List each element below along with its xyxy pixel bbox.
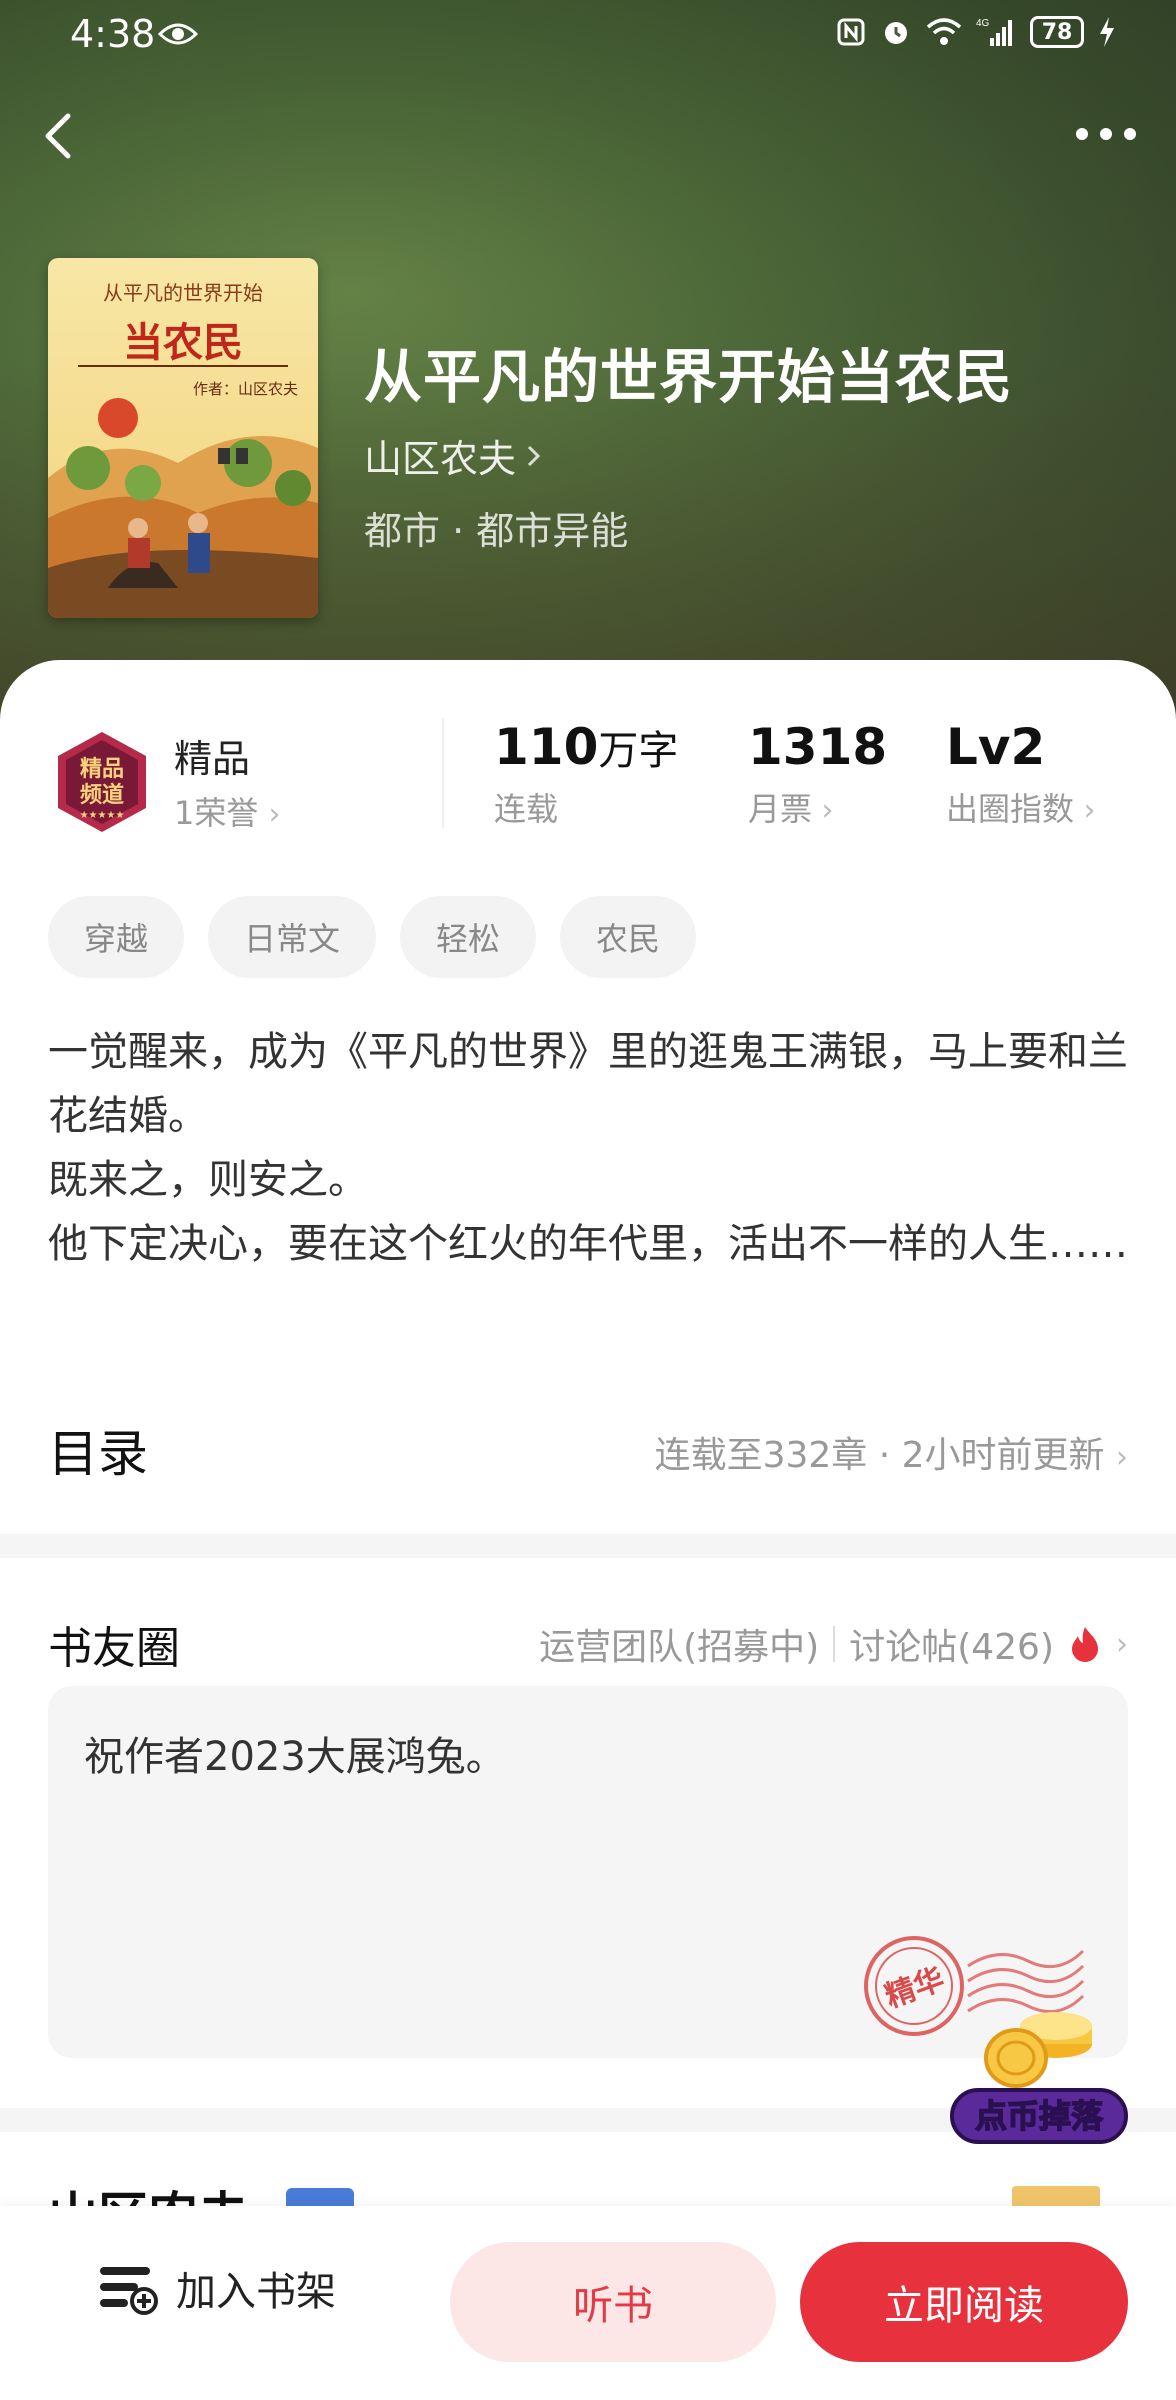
fire-icon <box>1072 1627 1098 1662</box>
status-bar: 4:38 4G 78 <box>0 0 1176 70</box>
back-arrow-icon[interactable] <box>30 106 90 166</box>
badge-title[interactable]: 精品 <box>174 728 250 783</box>
chevron-right-icon: › <box>812 793 834 828</box>
signal-icon: 4G <box>976 18 1012 46</box>
premium-badge-icon[interactable]: 精品 频道 ★★★★★ <box>50 730 154 834</box>
monthly-tickets-value: 1318 <box>748 718 888 776</box>
add-to-shelf-button[interactable]: 加入书架 <box>96 2246 336 2330</box>
book-club-header: 书友圈 运营团队(招募中) 讨论帖(426) › <box>48 1612 1128 1682</box>
add-to-shelf-label: 加入书架 <box>176 2269 336 2315</box>
coin-drop-widget[interactable]: 点币掉落 <box>946 1986 1132 2146</box>
word-count-unit: 万字 <box>598 728 679 774</box>
book-club-links: 运营团队(招募中) 讨论帖(426) › <box>539 1618 1128 1670</box>
charging-icon <box>1100 17 1114 47</box>
alarm-icon <box>885 22 907 44</box>
monthly-tickets-label: 月票 <box>748 790 813 828</box>
chevron-right-icon: › <box>268 797 281 832</box>
discussion-posts-link[interactable]: 讨论帖(426) <box>849 1618 1054 1670</box>
stat-popularity-index[interactable]: Lv2 出圈指数 › <box>946 718 1096 830</box>
book-club-title: 书友圈 <box>48 1623 180 1674</box>
tag-chip[interactable]: 轻松 <box>400 896 537 978</box>
toc-update-info: 连载至332章 · 2小时前更新 › <box>655 1426 1128 1478</box>
status-time: 4:38 <box>70 12 156 56</box>
book-cover[interactable]: 从平凡的世界开始 当农民 作者：山区农夫 <box>48 258 318 618</box>
operations-team-link[interactable]: 运营团队(招募中) <box>539 1618 819 1670</box>
battery-indicator: 78 <box>1030 16 1084 48</box>
cover-author-text: 作者：山区农夫 <box>193 380 298 398</box>
section-divider <box>0 1534 1176 1558</box>
tag-chip[interactable]: 农民 <box>560 896 697 978</box>
word-count-label: 连载 <box>494 790 559 828</box>
link-separator <box>833 1626 836 1662</box>
stat-monthly-tickets[interactable]: 1318 月票 › <box>748 718 887 830</box>
badge-icon-text-2: 频道 <box>80 782 124 808</box>
book-genre[interactable]: 都市 · 都市异能 <box>364 500 628 555</box>
table-of-contents-row[interactable]: 目录 连载至332章 · 2小时前更新 › <box>48 1410 1128 1490</box>
svg-text:★★★★★: ★★★★★ <box>80 810 125 821</box>
bottom-action-bar: 加入书架 听书 立即阅读 <box>0 2206 1176 2400</box>
author-name: 山区农夫 <box>364 437 517 481</box>
chevron-right-icon: › <box>1116 1440 1128 1475</box>
nfc-icon <box>837 18 865 46</box>
book-title: 从平凡的世界开始当农民 <box>364 343 1014 411</box>
stats-row: 精品 频道 ★★★★★ 精品 1荣誉 › 110万字 连载 1318 月票 › … <box>0 700 1176 850</box>
post-text: 祝作者2023大展鸿兔。 <box>84 1734 506 1780</box>
badge-honor-text: 1荣誉 <box>174 794 259 832</box>
wifi-icon <box>926 18 962 45</box>
top-nav <box>0 100 1176 180</box>
tag-chip[interactable]: 穿越 <box>48 896 185 978</box>
listen-button[interactable]: 听书 <box>450 2242 776 2362</box>
toc-info-text: 连载至332章 · 2小时前更新 <box>654 1435 1105 1476</box>
stats-divider <box>442 718 444 828</box>
badge-icon-text-1: 精品 <box>80 756 124 782</box>
more-options-icon[interactable] <box>1066 114 1146 154</box>
tag-list: 穿越 日常文 轻松 农民 <box>48 896 697 978</box>
book-description[interactable]: 一觉醒来，成为《平凡的世界》里的逛鬼王满银，马上要和兰花结婚。 既来之，则安之。… <box>48 1020 1138 1276</box>
stat-word-count: 110万字 连载 <box>494 718 678 830</box>
eye-icon <box>158 23 198 45</box>
coin-drop-label: 点币掉落 <box>975 2097 1104 2135</box>
chevron-right-icon[interactable]: › <box>1116 1627 1128 1662</box>
author-link[interactable]: 山区农夫 <box>364 428 544 483</box>
tag-chip[interactable]: 日常文 <box>208 896 377 978</box>
chevron-right-icon <box>527 445 541 466</box>
description-text: 一觉醒来，成为《平凡的世界》里的逛鬼王满银，马上要和兰花结婚。 既来之，则安之。… <box>48 1029 1128 1267</box>
cover-big-text: 当农民 <box>123 319 243 366</box>
popularity-index-label: 出圈指数 <box>946 790 1075 828</box>
read-now-button[interactable]: 立即阅读 <box>800 2242 1128 2362</box>
svg-text:4G: 4G <box>976 18 990 29</box>
cover-top-text: 从平凡的世界开始 <box>103 281 263 305</box>
chevron-right-icon: › <box>1074 793 1096 828</box>
add-to-shelf-icon <box>100 2267 158 2315</box>
coin-stack-icon: 点币掉落 <box>950 2012 1128 2144</box>
stamp-text: 精华 <box>881 1962 949 2015</box>
toc-title: 目录 <box>48 1425 148 1483</box>
popularity-level-value: Lv2 <box>946 718 1046 776</box>
book-cover-illustration: 从平凡的世界开始 当农民 作者：山区农夫 <box>48 258 318 618</box>
status-icons: 4G 78 <box>836 16 1116 48</box>
badge-honor[interactable]: 1荣誉 › <box>174 788 281 834</box>
word-count-value: 110 <box>494 718 599 776</box>
